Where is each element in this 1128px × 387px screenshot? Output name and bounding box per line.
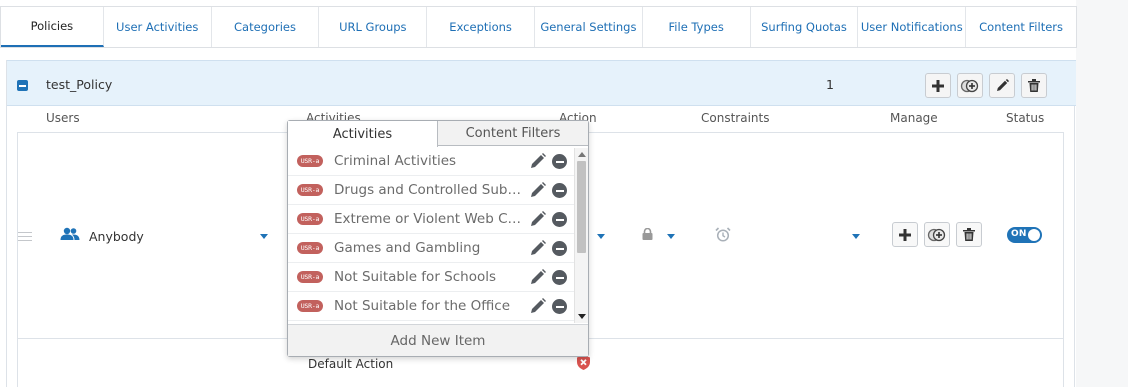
delete-rule-button[interactable] [956, 222, 982, 247]
activity-list: USR-a Criminal Activities USR-a Drugs an… [288, 147, 574, 323]
add-new-item-button[interactable]: Add New Item [288, 324, 588, 356]
pencil-icon[interactable] [530, 240, 546, 256]
list-item-label: Criminal Activities [334, 153, 457, 169]
drag-handle-icon[interactable] [18, 232, 32, 241]
user-activity-badge: USR-a [297, 242, 323, 254]
background-strip [1076, 0, 1128, 387]
policy-name: test_Policy [46, 77, 113, 92]
policy-header: test_Policy 1 [7, 60, 1076, 106]
remove-item-icon[interactable] [552, 183, 567, 198]
lock-dropdown-chevron-down-icon[interactable] [667, 234, 675, 239]
tab-file-types[interactable]: File Types [643, 7, 751, 47]
status-toggle-label: ON [1011, 229, 1027, 239]
tab-surfing-quotas[interactable]: Surfing Quotas [751, 7, 859, 47]
default-action-label: Default Action [308, 357, 394, 371]
tab-categories[interactable]: Categories [212, 7, 320, 47]
list-item-label: Extreme or Violent Web Con… [334, 211, 524, 227]
delete-policy-button[interactable] [1021, 73, 1047, 98]
column-constraints: Constraints [701, 111, 770, 125]
popup-tab-content-filters[interactable]: Content Filters [438, 121, 588, 146]
collapse-icon[interactable] [17, 80, 28, 91]
clone-icon [927, 228, 946, 241]
list-item-label: Drugs and Controlled Subst… [334, 182, 524, 198]
clone-rule-button[interactable] [924, 222, 950, 247]
plus-icon [932, 79, 944, 92]
user-dropdown-chevron-down-icon[interactable] [260, 234, 268, 239]
pencil-icon[interactable] [530, 211, 546, 227]
status-toggle[interactable]: ON [1007, 227, 1042, 243]
pencil-icon[interactable] [530, 153, 546, 169]
list-item[interactable]: USR-a Extreme or Violent Web Con… [288, 205, 574, 234]
pencil-icon [996, 79, 1009, 91]
pencil-icon[interactable] [530, 298, 546, 314]
user-activity-badge: USR-a [297, 155, 323, 167]
column-users: Users [46, 111, 80, 125]
remove-item-icon[interactable] [552, 241, 567, 256]
scroll-down-icon[interactable] [578, 314, 586, 319]
list-item-label: Not Suitable for Schools [334, 269, 497, 285]
list-item[interactable]: USR-a Not Suitable for Schools [288, 263, 574, 292]
activities-popup: Activities Content Filters USR-a Crimina… [287, 120, 589, 357]
user-activity-badge: USR-a [297, 184, 323, 196]
main-tabs: Policies User Activities Categories URL … [0, 6, 1077, 48]
tab-url-groups[interactable]: URL Groups [319, 7, 428, 47]
remove-item-icon[interactable] [552, 270, 567, 285]
clone-policy-button[interactable] [957, 73, 983, 98]
user-activity-badge: USR-a [297, 213, 323, 225]
lock-icon [642, 228, 653, 240]
column-status: Status [1006, 111, 1045, 125]
user-name: Anybody [89, 229, 144, 244]
users-icon [60, 227, 80, 240]
tab-user-activities[interactable]: User Activities [104, 7, 212, 47]
popup-tabs: Activities Content Filters [288, 121, 588, 147]
shield-x-icon[interactable] [577, 355, 590, 370]
plus-icon [899, 228, 911, 241]
pencil-icon[interactable] [530, 182, 546, 198]
trash-icon [963, 228, 975, 241]
tab-content-filters[interactable]: Content Filters [966, 7, 1076, 47]
list-item[interactable]: USR-a Drugs and Controlled Subst… [288, 176, 574, 205]
list-item[interactable]: USR-a Not Suitable for the Office [288, 292, 574, 321]
user-activity-badge: USR-a [297, 300, 323, 312]
popup-tab-activities[interactable]: Activities [288, 121, 438, 147]
add-rule-button[interactable] [925, 73, 951, 98]
tab-user-notifications[interactable]: User Notifications [858, 7, 967, 47]
user-activity-badge: USR-a [297, 271, 323, 283]
scroll-up-icon[interactable] [578, 152, 586, 157]
remove-item-icon[interactable] [552, 154, 567, 169]
edit-policy-button[interactable] [989, 73, 1015, 98]
remove-item-icon[interactable] [552, 212, 567, 227]
pencil-icon[interactable] [530, 269, 546, 285]
constraints-dropdown-chevron-down-icon[interactable] [852, 234, 860, 239]
popup-scrollbar[interactable] [574, 148, 588, 323]
column-manage: Manage [890, 111, 938, 125]
alarm-clock-icon[interactable] [715, 227, 731, 242]
list-item[interactable]: USR-a Games and Gambling [288, 234, 574, 263]
list-item-label: Not Suitable for the Office [334, 298, 511, 314]
add-exception-button[interactable] [892, 222, 918, 247]
action-dropdown-chevron-down-icon[interactable] [597, 234, 605, 239]
clone-icon [960, 79, 979, 92]
tab-exceptions[interactable]: Exceptions [427, 7, 535, 47]
remove-item-icon[interactable] [552, 299, 567, 314]
toggle-knob [1028, 229, 1040, 241]
policy-rule-count: 1 [826, 77, 834, 92]
trash-icon [1028, 79, 1040, 92]
list-item-label: Games and Gambling [334, 240, 481, 256]
tab-policies[interactable]: Policies [1, 7, 104, 47]
tab-general-settings[interactable]: General Settings [535, 7, 643, 47]
scrollbar-thumb[interactable] [577, 161, 586, 253]
list-item[interactable]: USR-a Criminal Activities [288, 147, 574, 176]
